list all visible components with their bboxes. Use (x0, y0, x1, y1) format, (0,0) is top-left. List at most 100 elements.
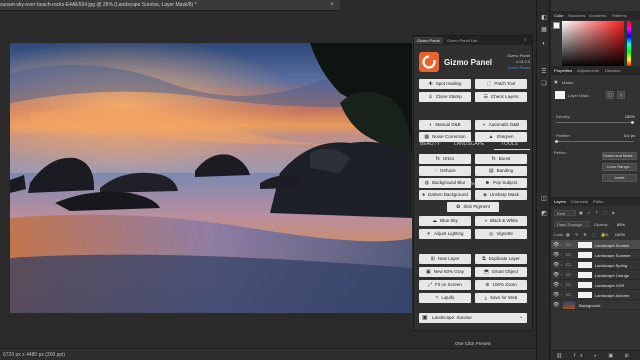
pop-subject-button[interactable]: ☻ Pop Subject (475, 178, 527, 188)
color-range-button[interactable]: Color Range... (602, 163, 637, 171)
expand-arrow-icon[interactable]: › (561, 242, 562, 247)
channels-panel-icon[interactable]: ◩ (540, 210, 548, 218)
new-layer-button[interactable]: ⊞ New Layer (419, 254, 471, 264)
fit-on-screen-button[interactable]: ⤢ Fit on Screen (419, 280, 471, 290)
patch-tool-button[interactable]: ⬚ Patch Tool (475, 79, 527, 89)
visibility-eye-icon[interactable]: 👁 (553, 282, 559, 288)
visibility-eye-icon[interactable]: 👁 (553, 302, 559, 308)
spot-healing-button[interactable]: ✚ Spot Healing (419, 79, 471, 89)
layer-mask-thumbnail[interactable] (578, 282, 592, 288)
visibility-eye-icon[interactable]: 👁 (553, 262, 559, 268)
darken-background-button[interactable]: ● Darken Background (419, 190, 471, 200)
close-icon[interactable]: × (328, 1, 336, 9)
100-zoom-button[interactable]: ⊕ 100% Zoom (475, 280, 527, 290)
layer-filter-icons[interactable]: ▣ ◐ T ⬚ ◈ (579, 210, 617, 215)
lock-icons[interactable]: ▦ ✎ ✥ ⬚ 🔒 (566, 232, 608, 237)
visibility-eye-icon[interactable]: 👁 (553, 292, 559, 298)
layer-filter-kind[interactable]: Kind (554, 210, 576, 216)
density-slider-knob[interactable] (631, 121, 634, 124)
manual-d-b-button[interactable]: ◐ Manual D&B (419, 120, 471, 130)
select-and-mask-button[interactable]: Select and Mask... (602, 152, 637, 160)
layer-thumbnail[interactable] (563, 301, 575, 309)
skin-pigment-button[interactable]: ✿ Skin Pigment (447, 202, 499, 212)
layers-panel-icon[interactable]: ◫ (540, 195, 548, 203)
duplicate-layer-button[interactable]: ⧉ Duplicate Layer (475, 254, 527, 264)
layer-mask-thumbnail[interactable] (578, 292, 592, 298)
check-layers-button[interactable]: ☰ Check Layers (475, 92, 527, 102)
tab-gizmo-panel[interactable]: Gizmo Panel (414, 37, 443, 44)
expand-arrow-icon[interactable]: › (561, 252, 562, 257)
layer-row[interactable]: 👁 › ▭ Landscape HDR (551, 280, 640, 290)
adjust-lighting-button[interactable]: ☀ Adjust Lighting (419, 229, 471, 239)
color-picker-field[interactable] (562, 21, 624, 67)
layer-actions-icons[interactable]: ⛓ fx ◐ ▣ ⊞ 🗑 (556, 353, 640, 359)
new-50-gray-button[interactable]: ▣ New 50% Gray (419, 267, 471, 277)
tab-patterns[interactable]: Patterns (612, 13, 627, 18)
background-blur-button[interactable]: ◍ Background Blur (419, 178, 471, 188)
invert-button[interactable]: Invert (602, 174, 637, 182)
tab-libraries[interactable]: Libraries (605, 68, 620, 73)
orton-button[interactable]: fx Orton (419, 154, 471, 164)
preset-dropdown[interactable]: ▣ Landscape: Sunrise ⌄ (419, 313, 527, 323)
sharpen-button[interactable]: ▲ Sharpen (475, 132, 527, 142)
tab-adjustments[interactable]: Adjustments (577, 68, 599, 73)
black-white-button[interactable]: ◑ Black & White (475, 216, 527, 226)
tab-swatches[interactable]: Swatches (568, 13, 585, 18)
feather-value[interactable]: 0.0 px (613, 133, 635, 138)
visibility-eye-icon[interactable]: 👁 (553, 252, 559, 258)
feather-slider-knob[interactable] (555, 140, 558, 143)
tab-layers[interactable]: Layers (554, 199, 566, 204)
panel-menu-icon[interactable]: ≡ (524, 37, 526, 42)
boost-button[interactable]: fx Boost (475, 154, 527, 164)
automatic-d-b-button[interactable]: ◐ Automatic D&B (475, 120, 527, 130)
layer-mask-thumbnail[interactable] (578, 272, 592, 278)
save-for-web-button[interactable]: ⤓ Save for Web (475, 293, 527, 303)
hue-slider[interactable] (627, 21, 631, 67)
layer-row[interactable]: 👁 › ▭ Landscape Summer (551, 250, 640, 260)
blue-sky-button[interactable]: ☁ Blue Sky (419, 216, 471, 226)
gizmo-link[interactable]: Gizmo Panel (500, 65, 530, 70)
tab-channels[interactable]: Channels (571, 199, 588, 204)
visibility-eye-icon[interactable]: 👁 (553, 272, 559, 278)
expand-arrow-icon[interactable]: › (561, 262, 562, 267)
density-value[interactable]: 100% (613, 114, 635, 119)
layer-row[interactable]: 👁 › ▭ Landscape Sunrise (551, 240, 640, 250)
expand-arrow-icon[interactable]: › (561, 292, 562, 297)
expand-arrow-icon[interactable]: › (561, 282, 562, 287)
dehaze-button[interactable]: ◌ Dehaze (419, 166, 471, 176)
noise-correction-button[interactable]: ▦ Noise Correction (419, 132, 471, 142)
pixel-mask-button[interactable]: ▢ (606, 91, 614, 99)
layer-row[interactable]: 👁 › ▭ Landscape Autumn (551, 290, 640, 300)
layer-row[interactable]: 👁 Background (551, 300, 640, 310)
visibility-eye-icon[interactable]: 👁 (553, 242, 559, 248)
tab-properties[interactable]: Properties (554, 68, 572, 73)
tab-paths[interactable]: Paths (593, 199, 603, 204)
smart-object-button[interactable]: ⬒ Smart Object (475, 267, 527, 277)
vignette-button[interactable]: ◎ Vignette (475, 229, 527, 239)
layer-row[interactable]: 👁 › ▭ Landscape Spring (551, 260, 640, 270)
liquify-button[interactable]: ≈ Liquify (419, 293, 471, 303)
opacity-value[interactable]: 85% (611, 222, 625, 227)
layer-mask-thumbnail[interactable] (578, 242, 592, 248)
layer-mask-thumbnail[interactable] (578, 262, 592, 268)
vector-mask-button[interactable]: ◇ (617, 91, 625, 99)
photo-canvas[interactable] (10, 43, 412, 313)
tab-gizmo-panel-lite[interactable]: Gizmo Panel Lite (444, 37, 480, 44)
layer-row[interactable]: 👁 › ▭ Landscape Orange (551, 270, 640, 280)
clone-stamp-button[interactable]: ♙ Clone Stamp (419, 92, 471, 102)
unsharp-mask-button[interactable]: ◈ Unsharp Mask (475, 190, 527, 200)
libraries-panel-icon[interactable]: ❏ (540, 80, 548, 88)
properties-panel-icon[interactable]: ☰ (540, 68, 548, 76)
fill-value[interactable]: 100% (611, 232, 625, 237)
tab-color[interactable]: Color (554, 13, 564, 18)
expand-arrow-icon[interactable]: › (561, 272, 562, 277)
document-tab[interactable]: sunset-sky-over-beach-rocks-E4AE594.jpg … (0, 0, 340, 11)
tab-gradients[interactable]: Gradients (589, 13, 606, 18)
layer-mask-thumbnail[interactable] (578, 252, 592, 258)
swatches-panel-icon[interactable]: ▦ (540, 26, 548, 34)
foreground-color-swatch[interactable] (553, 22, 560, 29)
blend-mode-select[interactable]: Pass Through (554, 221, 590, 227)
banding-button[interactable]: ▤ Banding (475, 166, 527, 176)
color-panel-icon[interactable]: ◧ (540, 14, 548, 22)
adjustments-panel-icon[interactable]: ◐ (540, 40, 548, 48)
